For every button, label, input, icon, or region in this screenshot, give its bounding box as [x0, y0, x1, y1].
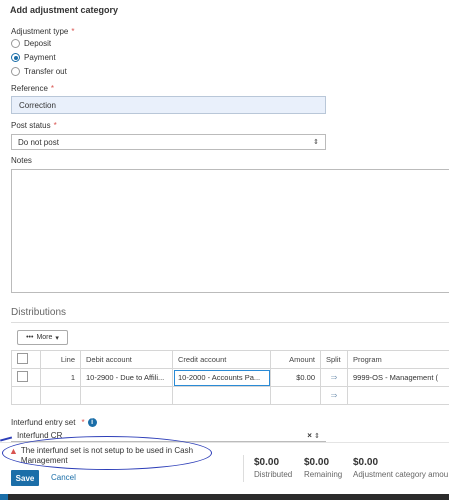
- column-header-debit: Debit account: [80, 350, 173, 369]
- program-cell[interactable]: 9999-OS - Management (: [347, 368, 449, 387]
- empty-cell[interactable]: [270, 386, 321, 405]
- summary-adjustment-category-amount: $0.00 Adjustment category amou: [353, 457, 448, 479]
- adjustment-category-amount: $0.00: [353, 457, 379, 468]
- remaining-caption: Remaining: [304, 470, 343, 479]
- reference-label: Reference *: [11, 84, 54, 93]
- caret-down-icon: ▾: [55, 334, 59, 342]
- distributed-amount: $0.00: [254, 457, 280, 468]
- debit-account-cell[interactable]: 10-2900 - Due to Affili...: [80, 368, 173, 387]
- empty-cell: [40, 386, 81, 405]
- reference-value: Correction: [19, 100, 56, 110]
- radio-deposit[interactable]: Deposit: [11, 39, 51, 48]
- save-button[interactable]: Save: [11, 470, 39, 486]
- more-label: More: [36, 334, 53, 341]
- distributed-caption: Distributed: [254, 470, 293, 479]
- empty-cell[interactable]: [172, 386, 271, 405]
- adjustment-category-caption: Adjustment category amou: [353, 470, 449, 479]
- credit-account-cell[interactable]: 10-2000 - Accounts Pa...: [172, 368, 271, 387]
- empty-cell[interactable]: [80, 386, 173, 405]
- column-header-program: Program: [347, 350, 449, 369]
- radio-circle[interactable]: [11, 39, 20, 48]
- post-status-label: Post status *: [11, 121, 57, 130]
- taskbar-accent: [0, 494, 8, 500]
- radio-deposit-label: Deposit: [24, 39, 52, 48]
- radio-transfer-out[interactable]: Transfer out: [11, 67, 67, 76]
- radio-circle[interactable]: [11, 67, 20, 76]
- column-header-split: Split: [320, 350, 348, 369]
- radio-transfer-out-label: Transfer out: [24, 67, 67, 76]
- empty-cell[interactable]: [347, 386, 449, 405]
- select-all-checkbox[interactable]: [17, 353, 28, 364]
- notes-textarea[interactable]: [11, 169, 449, 293]
- select-all-header[interactable]: [11, 350, 41, 369]
- radio-payment[interactable]: Payment: [11, 53, 56, 62]
- clear-icon[interactable]: ×: [307, 431, 312, 440]
- post-status-label-text: Post status: [11, 121, 51, 130]
- split-icon[interactable]: ⇒: [331, 373, 338, 382]
- summary-remaining: $0.00 Remaining: [304, 457, 342, 479]
- warning-icon: ▲: [9, 446, 18, 456]
- divider: [11, 322, 449, 323]
- row-select-cell[interactable]: [11, 368, 41, 387]
- select-controls: × ⇕: [307, 431, 320, 440]
- column-header-line: Line: [40, 350, 81, 369]
- error-text: The interfund set is not setup to be use…: [20, 446, 194, 465]
- remaining-amount: $0.00: [304, 457, 330, 468]
- radio-payment-label: Payment: [24, 53, 56, 62]
- summary-divider: [243, 455, 244, 482]
- page-title: Add adjustment category: [10, 5, 119, 15]
- interfund-label-text: Interfund entry set: [11, 418, 76, 427]
- more-button[interactable]: ••• More ▾: [17, 330, 68, 345]
- adjustment-type-label-text: Adjustment type: [11, 27, 69, 36]
- adjustment-type-label: Adjustment type *: [11, 27, 75, 36]
- cancel-link[interactable]: Cancel: [51, 473, 76, 482]
- caret-updown-icon: ⇕: [313, 139, 319, 146]
- split-icon[interactable]: ⇒: [331, 391, 338, 400]
- ellipsis-icon: •••: [26, 334, 34, 341]
- reference-label-text: Reference: [11, 84, 48, 93]
- required-mark: *: [71, 27, 75, 36]
- column-header-credit: Credit account: [172, 350, 271, 369]
- table-row-empty: ⇒: [11, 386, 449, 405]
- caret-updown-icon[interactable]: ⇕: [314, 433, 320, 440]
- distributions-table: Line Debit account Credit account Amount…: [11, 350, 449, 405]
- empty-cell: [11, 386, 41, 405]
- interfund-value: Interfund CR: [17, 431, 63, 440]
- required-mark: *: [81, 418, 85, 427]
- distributions-title: Distributions: [11, 307, 67, 318]
- interfund-entry-set-select[interactable]: Interfund CR × ⇕: [11, 430, 326, 442]
- column-header-amount: Amount: [270, 350, 321, 369]
- reference-input[interactable]: Correction: [11, 96, 326, 114]
- line-cell: 1: [40, 368, 81, 387]
- table-header-row: Line Debit account Credit account Amount…: [11, 350, 449, 369]
- error-message: ▲ The interfund set is not setup to be u…: [9, 446, 209, 466]
- split-cell[interactable]: ⇒: [320, 386, 348, 405]
- row-checkbox[interactable]: [17, 371, 28, 382]
- taskbar: [0, 494, 449, 500]
- required-mark: *: [53, 121, 57, 130]
- amount-cell[interactable]: $0.00: [270, 368, 321, 387]
- split-cell[interactable]: ⇒: [320, 368, 348, 387]
- summary-distributed: $0.00 Distributed: [254, 457, 292, 479]
- interfund-entry-set-label: Interfund entry set * i: [11, 418, 97, 427]
- required-mark: *: [50, 84, 55, 93]
- table-row: 1 10-2900 - Due to Affili... 10-2000 - A…: [11, 368, 449, 387]
- info-icon[interactable]: i: [87, 418, 97, 427]
- post-status-value: Do not post: [18, 137, 59, 147]
- notes-label: Notes: [11, 156, 32, 165]
- post-status-select[interactable]: Do not post ⇕: [11, 134, 326, 150]
- radio-circle-selected[interactable]: [11, 53, 20, 62]
